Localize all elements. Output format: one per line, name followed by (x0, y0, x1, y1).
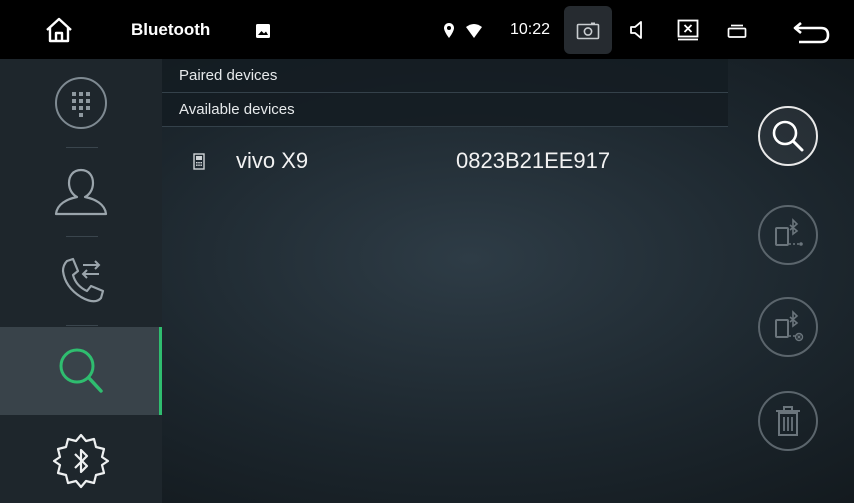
dialpad-icon (55, 77, 107, 129)
close-window-icon[interactable] (676, 18, 700, 42)
sidebar-item-call-log[interactable] (0, 237, 162, 325)
device-address: 0823B21EE917 (456, 148, 611, 173)
device-name: vivo X9 (236, 148, 309, 173)
available-devices-header[interactable]: Available devices (162, 93, 728, 127)
back-icon[interactable] (792, 19, 832, 45)
wifi-icon (464, 22, 484, 40)
image-icon (254, 22, 272, 40)
disconnect-device-button[interactable] (758, 297, 818, 357)
status-bar: Bluetooth 10:22 (0, 0, 854, 59)
bluetooth-connect-icon (775, 218, 803, 246)
trash-icon (776, 406, 800, 436)
sidebar-item-dialpad[interactable] (0, 59, 162, 147)
list-item[interactable]: vivo X9 0823B21EE917 (162, 135, 728, 189)
phone-icon (193, 153, 205, 170)
location-icon (442, 21, 456, 39)
search-icon (772, 120, 804, 152)
sidebar-item-contacts[interactable] (0, 148, 162, 236)
bluetooth-panel: Paired devices Available devices vivo X9… (0, 59, 854, 503)
paired-devices-header[interactable]: Paired devices (162, 59, 728, 93)
paired-devices-label: Paired devices (179, 67, 278, 84)
bluetooth-settings-icon (52, 433, 110, 489)
screenshot-icon[interactable] (574, 20, 602, 42)
search-icon (59, 348, 103, 393)
connect-device-button[interactable] (758, 205, 818, 265)
search-devices-button[interactable] (758, 106, 818, 166)
clock: 10:22 (510, 21, 551, 38)
sidebar-divider (66, 325, 98, 326)
call-log-icon (61, 257, 105, 303)
home-icon[interactable] (44, 16, 74, 44)
sidebar-item-search[interactable] (0, 327, 162, 415)
sidebar (0, 59, 162, 503)
delete-device-button[interactable] (758, 391, 818, 451)
sidebar-item-bluetooth-settings[interactable] (0, 417, 162, 503)
app-title: Bluetooth (131, 20, 211, 39)
bluetooth-disconnect-icon (775, 310, 804, 342)
volume-icon[interactable] (628, 19, 648, 41)
contacts-icon (54, 168, 108, 216)
recent-apps-icon[interactable] (726, 23, 748, 39)
available-devices-label: Available devices (179, 101, 295, 118)
